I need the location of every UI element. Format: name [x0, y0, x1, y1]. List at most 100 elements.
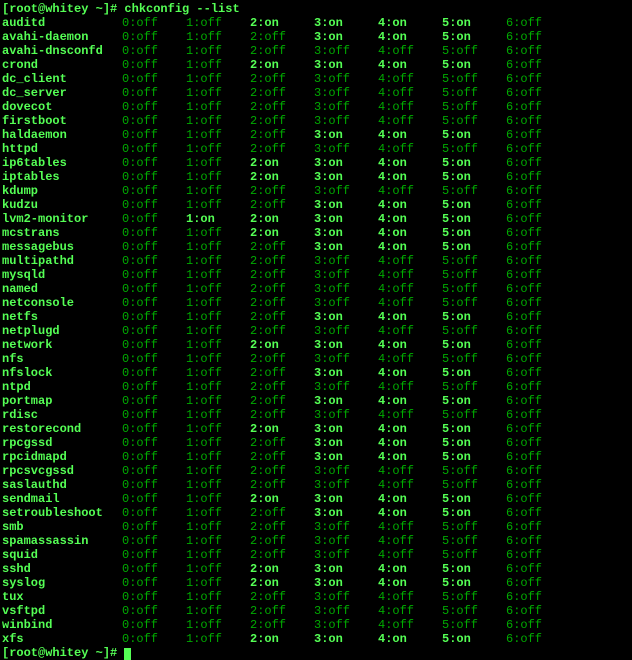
runlevel-1: 1:off: [186, 604, 250, 618]
runlevel-1: 1:off: [186, 548, 250, 562]
service-row: mcstrans0:off1:off2:on3:on4:on5:on6:off: [2, 226, 630, 240]
runlevel-4: 4:on: [378, 240, 442, 254]
runlevel-6: 6:off: [506, 44, 570, 58]
runlevel-2: 2:on: [250, 58, 314, 72]
runlevel-3: 3:on: [314, 338, 378, 352]
runlevel-3: 3:off: [314, 534, 378, 548]
runlevel-6: 6:off: [506, 562, 570, 576]
service-name: avahi-dnsconfd: [2, 44, 122, 58]
runlevel-6: 6:off: [506, 366, 570, 380]
prompt-line[interactable]: [root@whitey ~]#: [2, 646, 630, 660]
runlevel-1: 1:off: [186, 464, 250, 478]
runlevel-1: 1:off: [186, 72, 250, 86]
service-name: setroubleshoot: [2, 506, 122, 520]
runlevel-1: 1:off: [186, 100, 250, 114]
service-row: crond0:off1:off2:on3:on4:on5:on6:off: [2, 58, 630, 72]
service-row: network0:off1:off2:on3:on4:on5:on6:off: [2, 338, 630, 352]
runlevel-3: 3:off: [314, 408, 378, 422]
runlevel-0: 0:off: [122, 436, 186, 450]
runlevel-6: 6:off: [506, 590, 570, 604]
runlevel-1: 1:off: [186, 436, 250, 450]
service-row: smb0:off1:off2:off3:off4:off5:off6:off: [2, 520, 630, 534]
runlevel-3: 3:off: [314, 352, 378, 366]
runlevel-0: 0:off: [122, 30, 186, 44]
runlevel-0: 0:off: [122, 394, 186, 408]
runlevel-5: 5:off: [442, 184, 506, 198]
service-row: netfs0:off1:off2:off3:on4:on5:on6:off: [2, 310, 630, 324]
service-name: firstboot: [2, 114, 122, 128]
runlevel-2: 2:off: [250, 100, 314, 114]
runlevel-1: 1:on: [186, 212, 250, 226]
runlevel-2: 2:off: [250, 604, 314, 618]
service-name: winbind: [2, 618, 122, 632]
service-name: rpcidmapd: [2, 450, 122, 464]
service-row: netplugd0:off1:off2:off3:off4:off5:off6:…: [2, 324, 630, 338]
runlevel-6: 6:off: [506, 534, 570, 548]
runlevel-6: 6:off: [506, 576, 570, 590]
runlevel-2: 2:on: [250, 156, 314, 170]
runlevel-1: 1:off: [186, 450, 250, 464]
runlevel-4: 4:on: [378, 30, 442, 44]
runlevel-4: 4:on: [378, 156, 442, 170]
runlevel-4: 4:on: [378, 450, 442, 464]
runlevel-2: 2:off: [250, 366, 314, 380]
runlevel-2: 2:off: [250, 198, 314, 212]
runlevel-5: 5:on: [442, 156, 506, 170]
runlevel-5: 5:on: [442, 436, 506, 450]
runlevel-4: 4:on: [378, 310, 442, 324]
runlevel-4: 4:off: [378, 114, 442, 128]
service-name: dc_server: [2, 86, 122, 100]
runlevel-5: 5:on: [442, 128, 506, 142]
cursor: [124, 648, 131, 660]
runlevel-0: 0:off: [122, 492, 186, 506]
runlevel-3: 3:on: [314, 30, 378, 44]
runlevel-1: 1:off: [186, 352, 250, 366]
runlevel-3: 3:off: [314, 324, 378, 338]
runlevel-4: 4:off: [378, 604, 442, 618]
runlevel-4: 4:off: [378, 86, 442, 100]
service-row: iptables0:off1:off2:on3:on4:on5:on6:off: [2, 170, 630, 184]
runlevel-2: 2:on: [250, 422, 314, 436]
runlevel-6: 6:off: [506, 170, 570, 184]
service-name: restorecond: [2, 422, 122, 436]
runlevel-6: 6:off: [506, 450, 570, 464]
runlevel-5: 5:off: [442, 268, 506, 282]
runlevel-4: 4:off: [378, 184, 442, 198]
service-row: setroubleshoot0:off1:off2:off3:on4:on5:o…: [2, 506, 630, 520]
runlevel-5: 5:off: [442, 282, 506, 296]
runlevel-1: 1:off: [186, 128, 250, 142]
runlevel-6: 6:off: [506, 282, 570, 296]
runlevel-2: 2:off: [250, 86, 314, 100]
runlevel-3: 3:on: [314, 170, 378, 184]
runlevel-3: 3:on: [314, 156, 378, 170]
service-row: messagebus0:off1:off2:off3:on4:on5:on6:o…: [2, 240, 630, 254]
runlevel-3: 3:on: [314, 212, 378, 226]
service-name: sshd: [2, 562, 122, 576]
runlevel-2: 2:off: [250, 240, 314, 254]
runlevel-0: 0:off: [122, 534, 186, 548]
runlevel-1: 1:off: [186, 296, 250, 310]
runlevel-3: 3:off: [314, 114, 378, 128]
runlevel-1: 1:off: [186, 58, 250, 72]
runlevel-5: 5:off: [442, 352, 506, 366]
runlevel-4: 4:off: [378, 44, 442, 58]
runlevel-2: 2:off: [250, 618, 314, 632]
runlevel-4: 4:on: [378, 338, 442, 352]
runlevel-4: 4:on: [378, 562, 442, 576]
service-row: rpcidmapd0:off1:off2:off3:on4:on5:on6:of…: [2, 450, 630, 464]
runlevel-6: 6:off: [506, 142, 570, 156]
runlevel-4: 4:off: [378, 618, 442, 632]
runlevel-3: 3:off: [314, 548, 378, 562]
runlevel-1: 1:off: [186, 142, 250, 156]
service-name: messagebus: [2, 240, 122, 254]
runlevel-5: 5:on: [442, 492, 506, 506]
runlevel-0: 0:off: [122, 170, 186, 184]
runlevel-5: 5:off: [442, 548, 506, 562]
runlevel-5: 5:off: [442, 520, 506, 534]
service-name: iptables: [2, 170, 122, 184]
service-list: auditd0:off1:off2:on3:on4:on5:on6:offava…: [2, 16, 630, 646]
runlevel-1: 1:off: [186, 366, 250, 380]
runlevel-6: 6:off: [506, 618, 570, 632]
runlevel-6: 6:off: [506, 422, 570, 436]
runlevel-6: 6:off: [506, 156, 570, 170]
